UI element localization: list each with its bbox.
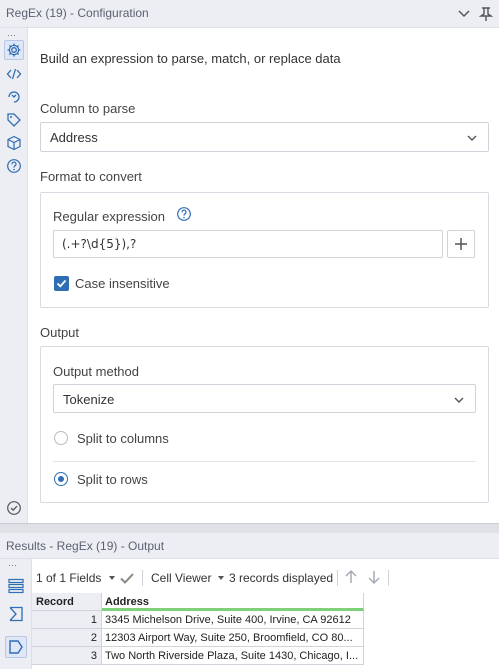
arrow-up-icon[interactable] bbox=[343, 569, 359, 588]
output-method-select[interactable]: Tokenize bbox=[53, 384, 476, 413]
format-to-convert-label: Format to convert bbox=[40, 169, 142, 184]
chevron-down-icon bbox=[466, 132, 478, 144]
config-title: RegEx (19) - Configuration bbox=[6, 6, 149, 20]
fields-selector[interactable]: 1 of 1 Fields bbox=[36, 571, 101, 585]
config-sidebar: ⋯ bbox=[0, 28, 28, 523]
toolbar-separator bbox=[337, 570, 338, 586]
check-icon bbox=[56, 279, 67, 288]
results-grid: Record Address 1 3345 Michelson Drive, S… bbox=[32, 593, 364, 665]
format-card: Regular expression (.+?\d{5}),? Case ins… bbox=[40, 192, 489, 308]
help-icon[interactable] bbox=[176, 206, 192, 225]
address-cell[interactable]: Two North Riverside Plaza, Suite 1430, C… bbox=[102, 647, 364, 665]
column-to-parse-select[interactable]: Address bbox=[40, 122, 489, 152]
divider bbox=[53, 461, 476, 462]
add-token-button[interactable] bbox=[447, 230, 475, 258]
plus-icon bbox=[455, 238, 467, 250]
column-header-address[interactable]: Address bbox=[102, 593, 364, 611]
output-method-label: Output method bbox=[53, 364, 139, 379]
list-icon[interactable] bbox=[5, 575, 27, 597]
regex-label: Regular expression bbox=[53, 209, 166, 224]
gear-icon[interactable] bbox=[4, 40, 24, 60]
case-insensitive-label[interactable]: Case insensitive bbox=[75, 276, 170, 291]
case-insensitive-checkbox[interactable] bbox=[54, 276, 69, 291]
results-toolbar: 1 of 1 Fields Cell Viewer 3 records disp… bbox=[32, 565, 499, 591]
split-to-rows-label[interactable]: Split to rows bbox=[77, 472, 148, 487]
cell-viewer-button[interactable]: Cell Viewer bbox=[151, 571, 211, 585]
column-to-parse-value: Address bbox=[50, 130, 98, 145]
check-circle-icon[interactable] bbox=[4, 498, 24, 518]
checkmark-icon[interactable] bbox=[119, 570, 135, 589]
fields-caret-icon[interactable] bbox=[109, 576, 115, 580]
table-row[interactable]: 3 Two North Riverside Plaza, Suite 1430,… bbox=[32, 647, 364, 665]
split-to-columns-label[interactable]: Split to columns bbox=[77, 431, 169, 446]
cube-icon[interactable] bbox=[4, 133, 24, 153]
record-cell: 1 bbox=[32, 611, 102, 629]
regex-value: (.+?\d{5}),? bbox=[62, 237, 137, 251]
help-icon[interactable] bbox=[4, 156, 24, 176]
output-label: Output bbox=[40, 325, 80, 340]
code-icon[interactable] bbox=[4, 64, 24, 84]
config-body: Build an expression to parse, match, or … bbox=[28, 28, 499, 523]
grip-icon[interactable]: ⋯ bbox=[8, 560, 18, 571]
split-to-columns-radio[interactable] bbox=[54, 431, 68, 445]
record-cell: 2 bbox=[32, 629, 102, 647]
address-cell[interactable]: 12303 Airport Way, Suite 250, Broomfield… bbox=[102, 629, 364, 647]
sigma-icon[interactable] bbox=[5, 603, 27, 625]
regex-input[interactable]: (.+?\d{5}),? bbox=[53, 230, 443, 258]
chevron-down-icon bbox=[453, 394, 465, 406]
pin-icon[interactable] bbox=[476, 4, 496, 24]
split-to-rows-radio[interactable] bbox=[54, 472, 68, 486]
tag-icon[interactable] bbox=[4, 110, 24, 130]
results-title: Results - RegEx (19) - Output bbox=[6, 539, 165, 553]
table-row[interactable]: 2 12303 Airport Way, Suite 250, Broomfie… bbox=[32, 629, 364, 647]
results-sidebar: ⋯ bbox=[0, 559, 32, 669]
output-method-value: Tokenize bbox=[63, 392, 115, 407]
circle-arrow-icon[interactable] bbox=[4, 87, 24, 107]
output-card: Output method Tokenize Split to columns … bbox=[40, 346, 489, 503]
grid-header: Record Address bbox=[32, 593, 364, 611]
column-header-record[interactable]: Record bbox=[32, 593, 102, 611]
cell-viewer-caret-icon[interactable] bbox=[218, 576, 224, 580]
table-row[interactable]: 1 3345 Michelson Drive, Suite 400, Irvin… bbox=[32, 611, 364, 629]
chevron-down-icon[interactable] bbox=[454, 4, 474, 24]
record-cell: 3 bbox=[32, 647, 102, 665]
toolbar-separator bbox=[388, 570, 389, 586]
results-titlebar: Results - RegEx (19) - Output bbox=[0, 533, 499, 559]
toolbar-separator bbox=[142, 570, 143, 586]
column-to-parse-label: Column to parse bbox=[40, 101, 136, 116]
output-anchor-icon[interactable] bbox=[5, 636, 27, 658]
config-titlebar: RegEx (19) - Configuration bbox=[0, 0, 499, 28]
intro-text: Build an expression to parse, match, or … bbox=[40, 51, 341, 66]
records-displayed: 3 records displayed bbox=[229, 571, 334, 585]
address-cell[interactable]: 3345 Michelson Drive, Suite 400, Irvine,… bbox=[102, 611, 364, 629]
panel-splitter[interactable] bbox=[0, 523, 499, 533]
arrow-down-icon[interactable] bbox=[366, 569, 382, 588]
